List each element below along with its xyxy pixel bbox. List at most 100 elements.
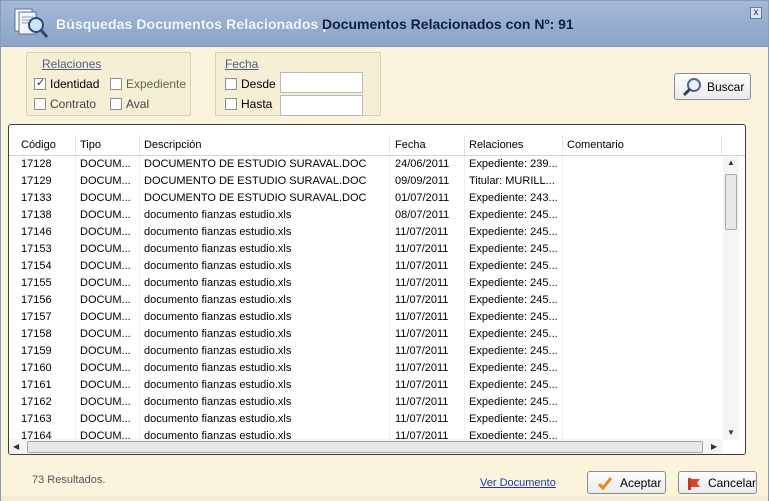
hasta-label: Hasta <box>241 97 273 111</box>
cell-tipo: DOCUM... <box>80 192 131 204</box>
table-row[interactable]: 17164 DOCUM... documento fianzas estudio.x… <box>9 428 721 439</box>
table-row[interactable]: 17133 DOCUM... DOCUMENTO DE ESTUDIO SURAVA… <box>9 190 721 207</box>
cell-descripcion: documento fianzas estudio.xls <box>144 396 292 408</box>
cell-codigo: 17133 <box>21 192 52 204</box>
vertical-scroll-thumb[interactable] <box>725 174 737 230</box>
table-row[interactable]: 17162 DOCUM... documento fianzas estudio.x… <box>9 394 721 411</box>
table-row[interactable]: 17156 DOCUM... documento fianzas estudio.x… <box>9 292 721 309</box>
scroll-left-icon[interactable]: ◀ <box>13 442 19 451</box>
cell-tipo: DOCUM... <box>80 430 131 439</box>
column-header-relaciones[interactable]: Relaciones <box>469 139 523 151</box>
column-header-descripcion[interactable]: Descripción <box>144 139 201 151</box>
desde-date-input[interactable] <box>280 72 363 93</box>
table-row[interactable]: 17155 DOCUM... documento fianzas estudio.x… <box>9 275 721 292</box>
dialog-window: Búsquedas Documentos Relacionados | Docu… <box>0 0 769 501</box>
table-row[interactable]: 17153 DOCUM... documento fianzas estudio.x… <box>9 241 721 258</box>
document-search-icon <box>13 7 49 39</box>
cell-descripcion: documento fianzas estudio.xls <box>144 345 292 357</box>
cell-descripcion: documento fianzas estudio.xls <box>144 328 292 340</box>
cell-fecha: 01/07/2011 <box>395 192 450 204</box>
column-header-comentario[interactable]: Comentario <box>567 139 624 151</box>
cell-codigo: 17164 <box>21 430 52 439</box>
cell-descripcion: documento fianzas estudio.xls <box>144 430 292 439</box>
column-header-fecha[interactable]: Fecha <box>395 139 426 151</box>
cell-descripcion: documento fianzas estudio.xls <box>144 277 292 289</box>
view-document-link[interactable]: Ver Documento <box>480 477 556 489</box>
window-title: Búsquedas Documentos Relacionados | <box>56 16 327 32</box>
identidad-checkbox[interactable]: Identidad <box>34 76 100 91</box>
cell-descripcion: documento fianzas estudio.xls <box>144 379 292 391</box>
table-row[interactable]: 17160 DOCUM... documento fianzas estudio.x… <box>9 360 721 377</box>
table-row[interactable]: 17138 DOCUM... documento fianzas estudio.x… <box>9 207 721 224</box>
cell-fecha: 11/07/2011 <box>395 243 449 255</box>
expediente-checkbox[interactable]: Expediente <box>110 77 186 91</box>
table-row[interactable]: 17129 DOCUM... DOCUMENTO DE ESTUDIO SURAVA… <box>9 173 721 190</box>
aval-check-box[interactable] <box>110 98 122 110</box>
cell-tipo: DOCUM... <box>80 311 131 323</box>
table-row[interactable]: 17157 DOCUM... documento fianzas estudio.x… <box>9 309 721 326</box>
scroll-up-icon[interactable]: ▲ <box>727 158 735 167</box>
vertical-scrollbar[interactable]: ▲ ▼ <box>723 156 739 440</box>
horizontal-scroll-thumb[interactable] <box>27 441 703 453</box>
cell-fecha: 11/07/2011 <box>395 362 449 374</box>
cell-tipo: DOCUM... <box>80 226 131 238</box>
window-subtitle: Documentos Relacionados con Nº: 91 <box>322 16 574 32</box>
cell-relaciones: Expediente: 245... <box>469 345 558 357</box>
cell-fecha: 11/07/2011 <box>395 260 449 272</box>
cell-fecha: 11/07/2011 <box>395 226 449 238</box>
cell-codigo: 17157 <box>21 311 52 323</box>
hasta-check-box[interactable] <box>225 98 237 110</box>
cancel-button[interactable]: Cancelar <box>678 471 757 494</box>
magnifier-icon <box>681 76 703 98</box>
scroll-down-icon[interactable]: ▼ <box>727 428 735 437</box>
identidad-label: Identidad <box>50 77 100 91</box>
cell-tipo: DOCUM... <box>80 243 131 255</box>
cell-descripcion: DOCUMENTO DE ESTUDIO SURAVAL.DOC <box>144 192 367 204</box>
cell-descripcion: documento fianzas estudio.xls <box>144 413 292 425</box>
cell-relaciones: Expediente: 245... <box>469 413 558 425</box>
cell-codigo: 17129 <box>21 175 52 187</box>
hasta-date-input[interactable] <box>280 95 363 116</box>
cell-fecha: 09/09/2011 <box>395 175 450 187</box>
desde-check-box[interactable] <box>225 78 237 90</box>
relaciones-title: Relaciones <box>42 57 102 71</box>
hasta-checkbox[interactable]: Hasta <box>225 97 272 111</box>
scroll-right-icon[interactable]: ▶ <box>711 442 717 451</box>
identidad-check-box[interactable] <box>34 76 46 90</box>
contrato-label: Contrato <box>50 97 97 111</box>
cell-codigo: 17155 <box>21 277 52 289</box>
expediente-check-box[interactable] <box>110 78 122 90</box>
table-row[interactable]: 17163 DOCUM... documento fianzas estudio.x… <box>9 411 721 428</box>
table-row[interactable]: 17146 DOCUM... documento fianzas estudio.x… <box>9 224 721 241</box>
cell-tipo: DOCUM... <box>80 260 131 272</box>
table-row[interactable]: 17154 DOCUM... documento fianzas estudio.x… <box>9 258 721 275</box>
cell-descripcion: documento fianzas estudio.xls <box>144 294 292 306</box>
accept-button[interactable]: Aceptar <box>587 471 666 494</box>
cell-codigo: 17128 <box>21 158 52 170</box>
table-row[interactable]: 17161 DOCUM... documento fianzas estudio.x… <box>9 377 721 394</box>
contrato-checkbox[interactable]: Contrato <box>34 97 96 111</box>
cell-codigo: 17153 <box>21 243 52 255</box>
cell-tipo: DOCUM... <box>80 362 131 374</box>
horizontal-scrollbar[interactable]: ◀ ▶ <box>9 439 723 454</box>
aval-checkbox[interactable]: Aval <box>110 97 149 111</box>
desde-checkbox[interactable]: Desde <box>225 77 276 91</box>
table-row[interactable]: 17158 DOCUM... documento fianzas estudio.x… <box>9 326 721 343</box>
column-header-tipo[interactable]: Tipo <box>80 139 101 151</box>
cell-codigo: 17163 <box>21 413 52 425</box>
cell-tipo: DOCUM... <box>80 209 131 221</box>
cell-relaciones: Expediente: 245... <box>469 328 558 340</box>
cell-tipo: DOCUM... <box>80 379 131 391</box>
contrato-check-box[interactable] <box>34 98 46 110</box>
cell-descripcion: documento fianzas estudio.xls <box>144 243 292 255</box>
cell-relaciones: Expediente: 243... <box>469 192 558 204</box>
cell-codigo: 17158 <box>21 328 52 340</box>
column-header-codigo[interactable]: Código <box>21 139 56 151</box>
table-row[interactable]: 17159 DOCUM... documento fianzas estudio.x… <box>9 343 721 360</box>
cell-fecha: 11/07/2011 <box>395 311 449 323</box>
close-button[interactable]: x <box>750 7 762 19</box>
table-row[interactable]: 17128 DOCUM... DOCUMENTO DE ESTUDIO SURAVA… <box>9 156 721 173</box>
cell-tipo: DOCUM... <box>80 345 131 357</box>
search-button[interactable]: Buscar <box>674 73 751 100</box>
relaciones-group: Relaciones Identidad Expediente Contrato… <box>26 52 191 116</box>
